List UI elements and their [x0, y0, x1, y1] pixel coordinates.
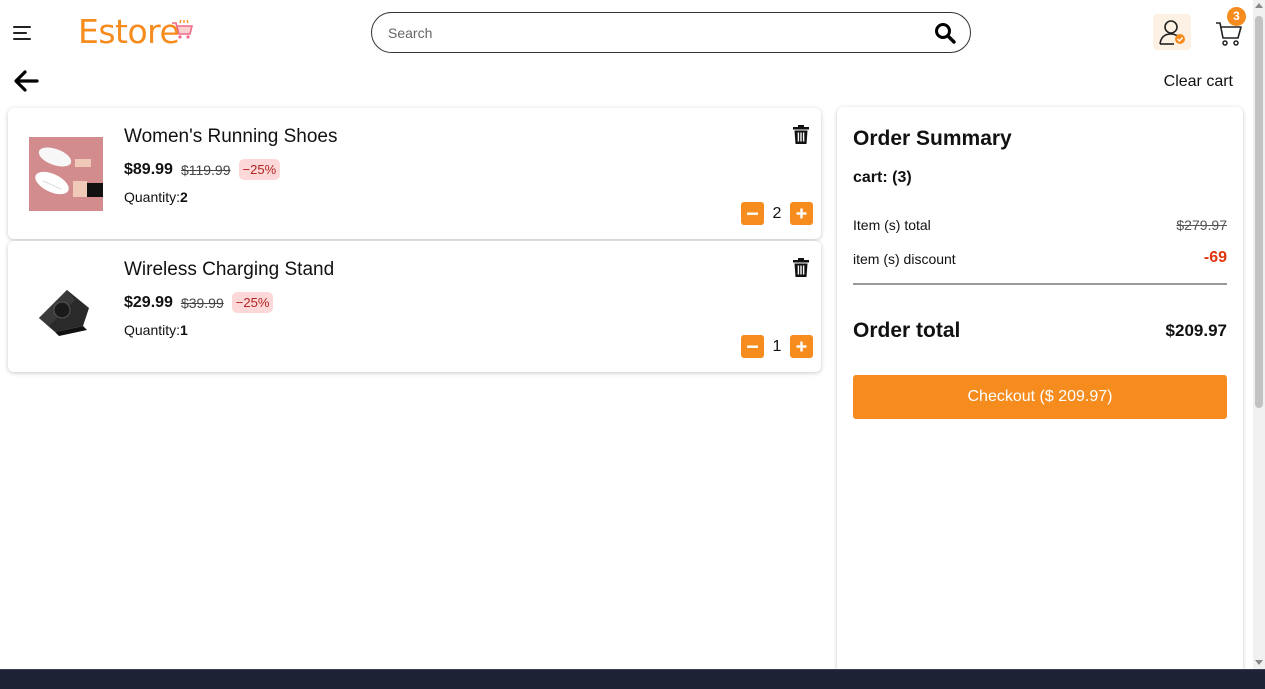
order-total-value: $209.97	[1165, 321, 1227, 340]
trash-icon[interactable]	[793, 258, 809, 277]
items-total-value: $279.97	[1176, 217, 1227, 233]
item-old-price: $119.99	[180, 161, 231, 178]
cart-count-badge: 3	[1227, 7, 1246, 26]
quantity-text: Quantity:2	[124, 189, 188, 205]
discount-badge: −25%	[238, 159, 281, 180]
item-name[interactable]: Wireless Charging Stand	[124, 259, 334, 281]
discount-badge: −25%	[231, 292, 274, 313]
search-icon[interactable]	[934, 22, 956, 44]
increase-button[interactable]	[790, 202, 813, 225]
decrease-button[interactable]	[741, 202, 764, 225]
order-total-label: Order total	[853, 319, 961, 342]
item-price: $89.99	[124, 160, 173, 178]
clear-cart-button[interactable]: Clear cart	[1164, 73, 1233, 91]
plus-icon	[796, 208, 807, 219]
discount-label: item (s) discount	[853, 251, 956, 267]
scroll-up-icon[interactable]	[1255, 3, 1263, 8]
quantity-display: 2	[772, 204, 782, 222]
order-summary-panel: Order Summary cart: (3) Item (s) total $…	[837, 107, 1243, 689]
trash-icon[interactable]	[793, 125, 809, 144]
logo-text[interactable]: Estore	[78, 12, 180, 51]
summary-cart-count: cart: (3)	[853, 169, 912, 186]
item-name[interactable]: Women's Running Shoes	[124, 126, 337, 148]
back-arrow-icon[interactable]	[13, 70, 39, 92]
decrease-button[interactable]	[741, 335, 764, 358]
search-bar	[371, 12, 971, 53]
scroll-thumb[interactable]	[1255, 16, 1263, 408]
summary-title: Order Summary	[853, 127, 1012, 150]
page-scrollbar[interactable]	[1253, 0, 1265, 669]
scroll-down-icon[interactable]	[1255, 660, 1263, 665]
plus-icon	[796, 341, 807, 352]
quantity-stepper: 2	[741, 202, 813, 225]
discount-value: -69	[1203, 249, 1227, 266]
discount-row: item (s) discount -69	[853, 249, 1227, 267]
search-input[interactable]	[388, 22, 928, 44]
increase-button[interactable]	[790, 335, 813, 358]
os-taskbar	[0, 669, 1265, 689]
minus-icon	[747, 212, 758, 215]
running-shoes-image	[29, 137, 103, 211]
price-row: $29.99 $39.99 −25%	[124, 292, 274, 313]
items-total-row: Item (s) total $279.97	[853, 217, 1227, 233]
menu-icon[interactable]	[13, 25, 31, 41]
quantity-text: Quantity:1	[124, 322, 188, 338]
quantity-label: Quantity:	[124, 322, 181, 338]
items-total-label: Item (s) total	[853, 217, 931, 233]
charging-stand-image	[29, 270, 103, 344]
cart-page: Estore 3 Clear cart	[0, 0, 1265, 689]
cart-item: Wireless Charging Stand $29.99 $39.99 −2…	[8, 241, 821, 372]
item-old-price: $39.99	[180, 294, 224, 311]
item-price: $29.99	[124, 293, 173, 311]
cart-logo-icon	[172, 19, 193, 39]
cart-item: Women's Running Shoes $89.99 $119.99 −25…	[8, 108, 821, 239]
account-icon	[1159, 20, 1185, 45]
quantity-value: 2	[180, 189, 188, 205]
quantity-stepper: 1	[741, 335, 813, 358]
checkout-button[interactable]: Checkout ($ 209.97)	[853, 375, 1227, 419]
quantity-value: 1	[180, 322, 188, 338]
price-row: $89.99 $119.99 −25%	[124, 159, 281, 180]
account-button[interactable]	[1153, 14, 1191, 50]
quantity-label: Quantity:	[124, 189, 181, 205]
minus-icon	[747, 345, 758, 348]
quantity-display: 1	[772, 337, 782, 355]
summary-divider	[853, 283, 1227, 285]
